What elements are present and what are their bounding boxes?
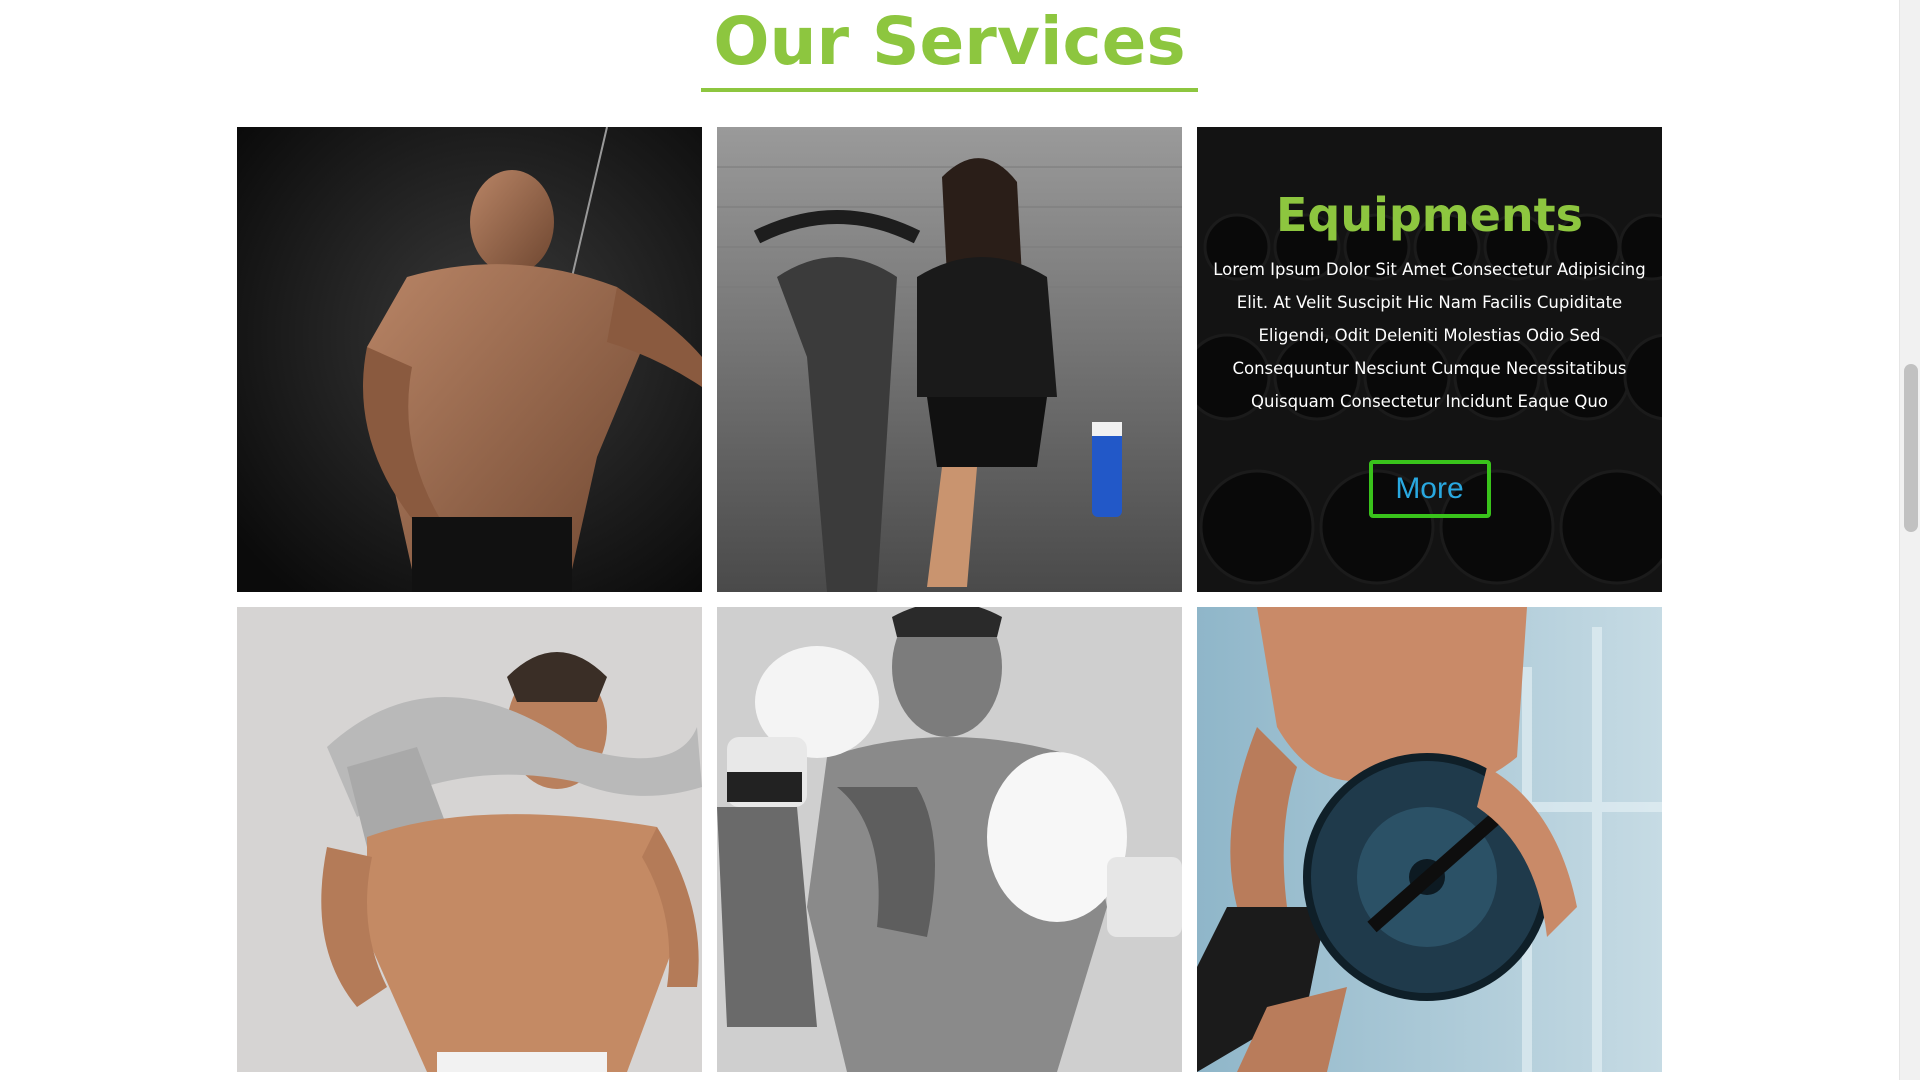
scrollbar-thumb[interactable] (1904, 364, 1918, 532)
services-grid: Equipments Lorem Ipsum Dolor Sit Amet Co… (237, 127, 1662, 1072)
page: Our Services Equipments Lorem Ipsum Dolo… (0, 0, 1920, 1080)
service-tile-boxing[interactable] (717, 607, 1182, 1072)
services-heading-wrap: Our Services (0, 0, 1899, 92)
bodybuilder-photo (237, 127, 702, 592)
scrollbar-track[interactable] (1899, 0, 1920, 1080)
cardio-machine-photo (717, 127, 1182, 592)
equipments-title: Equipments (1275, 188, 1584, 242)
equipments-overlay: Equipments Lorem Ipsum Dolor Sit Amet Co… (1197, 127, 1662, 592)
service-tile-equipments[interactable]: Equipments Lorem Ipsum Dolor Sit Amet Co… (1197, 127, 1662, 592)
weight-plate-photo (1197, 607, 1662, 1072)
service-tile-cardio[interactable] (717, 127, 1182, 592)
more-button[interactable]: More (1368, 460, 1491, 518)
equipments-description: Lorem Ipsum Dolor Sit Amet Consectetur A… (1213, 260, 1646, 411)
service-tile-bodybuilding[interactable] (237, 127, 702, 592)
boxer-photo (717, 607, 1182, 1072)
towel-athlete-photo (237, 607, 702, 1072)
section-title: Our Services (701, 0, 1198, 92)
service-tile-weightlifting[interactable] (1197, 607, 1662, 1072)
service-tile-fitness[interactable] (237, 607, 702, 1072)
